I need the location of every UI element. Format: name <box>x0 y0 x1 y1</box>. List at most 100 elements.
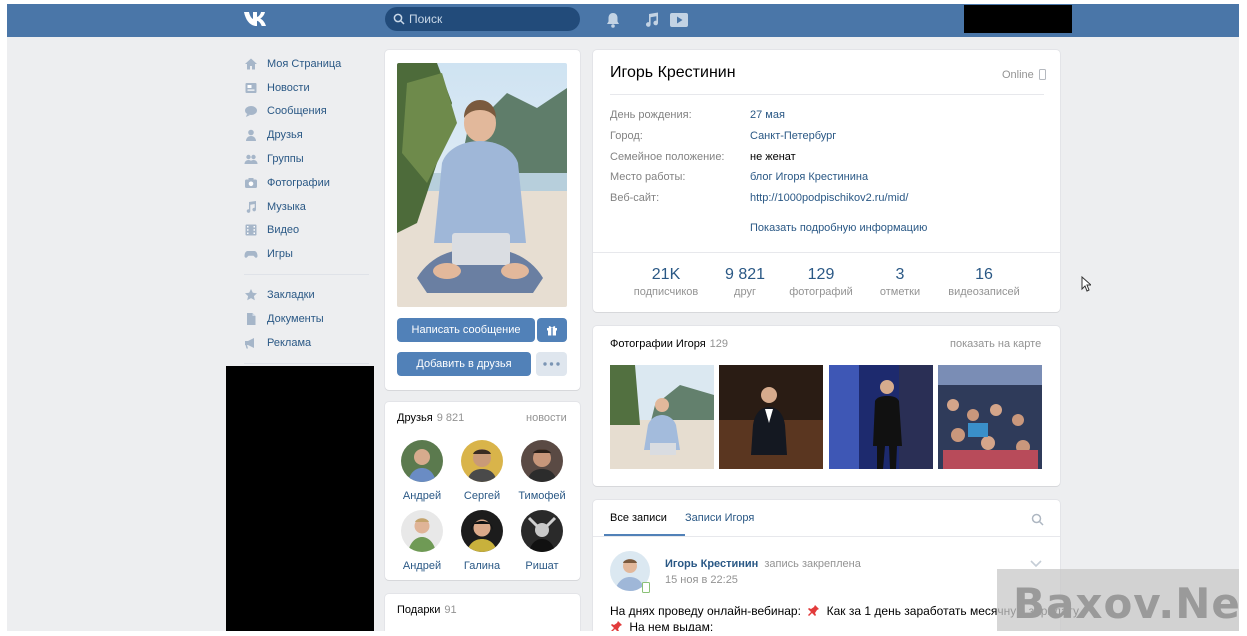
stat-photos[interactable]: 129 фотографий <box>784 266 858 300</box>
redacted-ad-area <box>226 366 374 631</box>
friend-item[interactable]: Сергей <box>452 440 512 502</box>
gift-button[interactable] <box>537 318 567 342</box>
sidebar-item-friends[interactable]: Друзья <box>244 123 374 147</box>
sidebar-item-label: Документы <box>267 312 324 325</box>
sidebar-item-photos[interactable]: Фотографии <box>244 171 374 195</box>
sidebar-item-label: Сообщения <box>267 105 327 118</box>
sidebar-item-documents[interactable]: Документы <box>244 307 374 331</box>
sidebar-item-label: Моя Страница <box>267 57 342 70</box>
friend-item[interactable]: Ришат <box>512 510 572 572</box>
photo-thumbnail[interactable] <box>610 365 714 469</box>
mobile-icon <box>1038 69 1046 80</box>
post-date[interactable]: 15 ноя в 22:25 <box>665 574 738 586</box>
avatar <box>461 440 503 482</box>
stat-label: подписчиков <box>633 286 699 298</box>
play-icon[interactable] <box>669 10 689 30</box>
search-icon <box>393 13 405 25</box>
stat-videos[interactable]: 16 видеозаписей <box>940 266 1028 300</box>
tab-owner-posts[interactable]: Записи Игоря <box>685 512 754 524</box>
friends-header[interactable]: Друзья 9 821 <box>397 412 464 424</box>
sidebar-item-label: Игры <box>267 248 293 261</box>
stat-label: фотографий <box>789 286 853 298</box>
more-actions-button[interactable] <box>536 352 567 376</box>
post-header: Игорь Крестинин запись закреплена <box>665 558 861 570</box>
mobile-icon <box>642 582 650 593</box>
profile-name: Игорь Крестинин <box>610 64 736 81</box>
friend-item[interactable]: Андрей <box>392 510 452 572</box>
friends-news-link[interactable]: новости <box>526 412 567 424</box>
avatar <box>401 440 443 482</box>
sidebar-item-music[interactable]: Музыка <box>244 195 374 219</box>
search-input[interactable]: Поиск <box>385 7 580 31</box>
avatar <box>521 510 563 552</box>
sidebar-divider <box>244 362 369 364</box>
music-icon[interactable] <box>642 10 662 30</box>
show-more-info-link[interactable]: Показать подробную информацию <box>750 222 927 234</box>
sidebar-item-games[interactable]: Игры <box>244 242 374 266</box>
vk-logo-icon[interactable] <box>243 10 273 28</box>
stat-friends[interactable]: 9 821 друг <box>715 266 775 300</box>
info-value-city[interactable]: Санкт-Петербург <box>750 130 836 142</box>
add-friend-button[interactable]: Добавить в друзья <box>397 352 531 376</box>
sidebar-item-groups[interactable]: Группы <box>244 147 374 171</box>
friend-name: Андрей <box>402 490 442 502</box>
online-status: Online <box>1002 67 1046 81</box>
top-bar: Поиск <box>7 4 1239 37</box>
sidebar-item-ads[interactable]: Реклама <box>244 331 374 355</box>
photos-title: Фотографии Игоря <box>610 338 706 350</box>
info-label-birthday: День рождения: <box>610 109 692 121</box>
stat-tags[interactable]: 3 отметки <box>870 266 930 300</box>
photo-thumbnail[interactable] <box>938 365 1042 469</box>
photo-thumbnail[interactable] <box>719 365 823 469</box>
sidebar-item-video[interactable]: Видео <box>244 219 374 243</box>
divider <box>593 252 1060 253</box>
sidebar-item-my-page[interactable]: Моя Страница <box>244 52 374 76</box>
chevron-down-icon[interactable] <box>1030 560 1042 568</box>
stat-followers[interactable]: 21K подписчиков <box>625 266 707 300</box>
bell-icon[interactable] <box>603 10 623 30</box>
photos-header[interactable]: Фотографии Игоря 129 <box>610 338 728 350</box>
info-value-work[interactable]: блог Игоря Крестинина <box>750 171 868 183</box>
megaphone-icon <box>245 337 254 349</box>
info-label-city: Город: <box>610 130 643 142</box>
show-on-map-link[interactable]: показать на карте <box>950 338 1041 350</box>
mouse-cursor-icon <box>1081 276 1091 292</box>
sidebar-item-label: Закладки <box>267 289 315 302</box>
friend-item[interactable]: Тимофей <box>512 440 572 502</box>
watermark-text: Baxov.Net <box>1013 579 1239 628</box>
sidebar-item-news[interactable]: Новости <box>244 76 374 100</box>
divider <box>593 536 1060 537</box>
friends-count: 9 821 <box>436 412 465 424</box>
avatar <box>461 510 503 552</box>
friend-name: Тимофей <box>518 490 566 502</box>
info-label-website: Веб-сайт: <box>610 192 660 204</box>
sidebar-item-label: Музыка <box>267 200 306 213</box>
friend-item[interactable]: Галина <box>452 510 512 572</box>
gifts-header[interactable]: Подарки 91 <box>397 604 457 616</box>
left-menu: Моя Страница Новости Сообщения Друзья Гр… <box>244 52 374 372</box>
divider <box>610 94 1044 95</box>
pushpin-icon <box>611 621 622 631</box>
search-icon[interactable] <box>1031 513 1044 526</box>
sidebar-item-bookmarks[interactable]: Закладки <box>244 283 374 307</box>
more-dots-icon <box>543 362 560 366</box>
tab-all-posts[interactable]: Все записи <box>610 512 667 524</box>
sidebar-item-label: Реклама <box>267 336 312 349</box>
post-author[interactable]: Игорь Крестинин <box>665 558 758 570</box>
page: Поиск Моя Страница Новости Сообщения Дру… <box>7 4 1239 631</box>
write-message-button[interactable]: Написать сообщение <box>397 318 535 342</box>
friends-icon <box>246 129 256 142</box>
profile-photo[interactable] <box>397 63 567 307</box>
friend-item[interactable]: Андрей <box>392 440 452 502</box>
sidebar-divider <box>244 274 369 276</box>
friend-name: Сергей <box>463 490 501 502</box>
info-label-work: Место работы: <box>610 171 686 183</box>
info-value-birthday[interactable]: 27 мая <box>750 109 785 121</box>
info-value-website[interactable]: http://1000podpischikov2.ru/mid/ <box>750 192 908 204</box>
music-icon <box>246 200 257 213</box>
stat-value: 16 <box>975 266 993 283</box>
photo-thumbnail[interactable] <box>829 365 933 469</box>
sidebar-item-messages[interactable]: Сообщения <box>244 100 374 124</box>
stat-value: 129 <box>807 266 835 283</box>
info-label-relationship: Семейное положение: <box>610 151 725 163</box>
